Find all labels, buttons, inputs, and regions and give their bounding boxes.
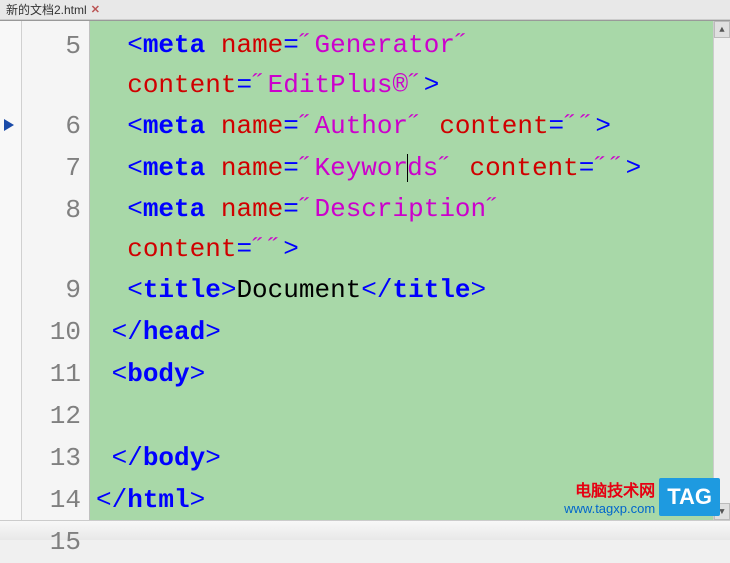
code-area[interactable]: <meta name=˝Generator˝ content=˝EditPlus… bbox=[90, 21, 713, 520]
file-tab[interactable]: 新的文档2.html ✕ bbox=[0, 0, 106, 20]
line-number: 8 bbox=[22, 189, 81, 269]
line-number: 6 bbox=[22, 105, 81, 147]
line-number: 9 bbox=[22, 269, 81, 311]
code-line: <body> bbox=[96, 353, 707, 395]
line-number: 12 bbox=[22, 395, 81, 437]
tab-bar: 新的文档2.html ✕ bbox=[0, 0, 730, 20]
current-line-arrow-icon bbox=[4, 119, 14, 131]
line-number: 14 bbox=[22, 479, 81, 521]
vertical-scrollbar[interactable]: ▲ ▼ bbox=[713, 21, 730, 520]
editor: 5 6 7 8 9 10 11 12 13 14 15 <meta name=˝… bbox=[0, 20, 730, 520]
code-line: <meta name=˝Keywords˝ content=˝˝> bbox=[96, 147, 707, 189]
close-icon[interactable]: ✕ bbox=[91, 3, 100, 16]
status-bar bbox=[0, 520, 730, 540]
watermark: 电脑技术网 www.tagxp.com TAG bbox=[564, 477, 720, 516]
tab-label: 新的文档2.html bbox=[6, 1, 87, 18]
line-number: 7 bbox=[22, 147, 81, 189]
code-line: <meta name=˝Description˝ content=˝˝> bbox=[96, 189, 707, 269]
watermark-tag: TAG bbox=[659, 478, 720, 516]
code-line: </body> bbox=[96, 437, 707, 479]
line-number: 13 bbox=[22, 437, 81, 479]
code-line: </head> bbox=[96, 311, 707, 353]
marker-margin bbox=[0, 21, 22, 520]
line-number: 5 bbox=[22, 25, 81, 105]
line-number: 10 bbox=[22, 311, 81, 353]
line-number-gutter: 5 6 7 8 9 10 11 12 13 14 15 bbox=[22, 21, 90, 520]
code-line: <meta name=˝Generator˝ content=˝EditPlus… bbox=[96, 25, 707, 105]
code-line bbox=[96, 395, 707, 437]
line-number: 15 bbox=[22, 521, 81, 563]
code-line: <meta name=˝Author˝ content=˝˝> bbox=[96, 105, 707, 147]
code-line: <title>Document</title> bbox=[96, 269, 707, 311]
scroll-up-icon[interactable]: ▲ bbox=[714, 21, 730, 38]
watermark-url: www.tagxp.com bbox=[564, 501, 655, 516]
line-number: 11 bbox=[22, 353, 81, 395]
watermark-title: 电脑技术网 bbox=[564, 477, 655, 501]
